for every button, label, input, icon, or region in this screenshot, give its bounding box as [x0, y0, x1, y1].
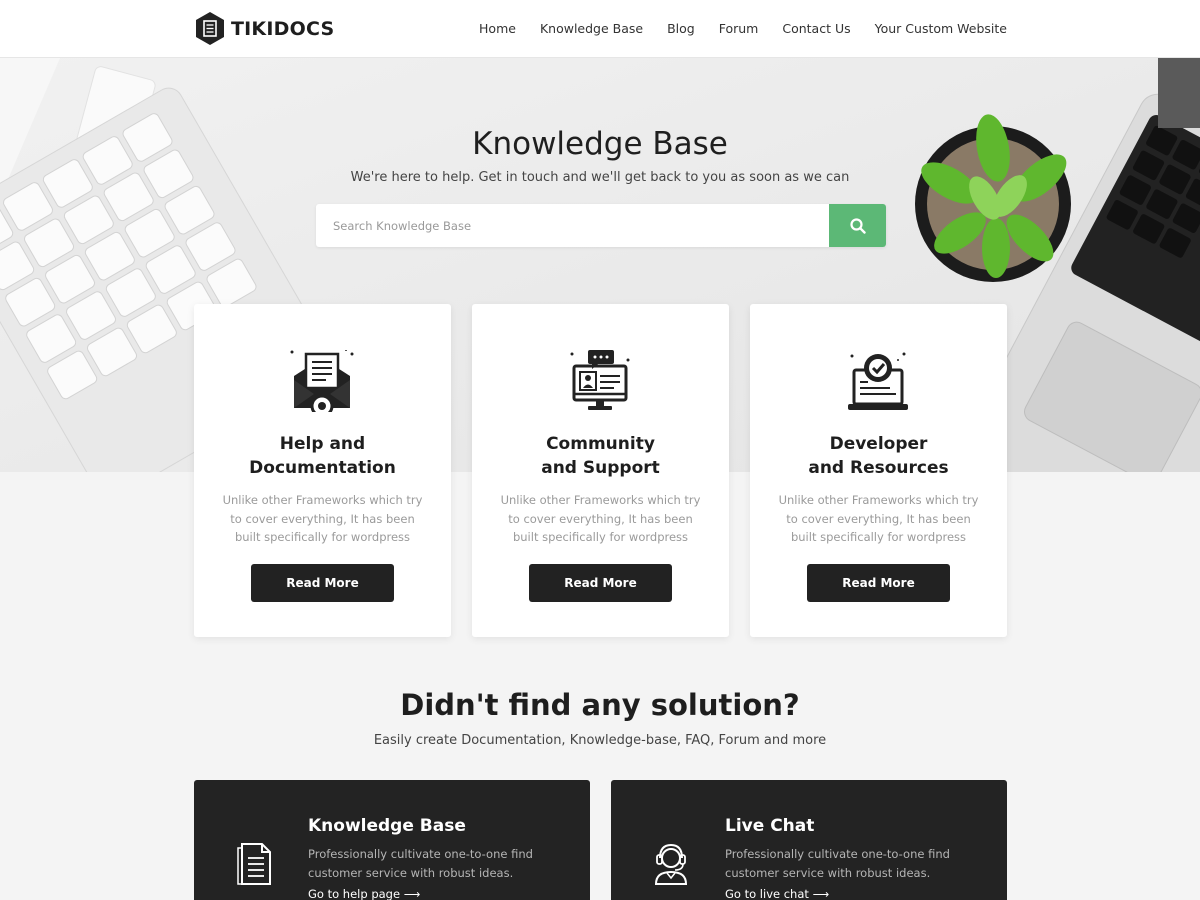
card-developer-resources: Developer and Resources Unlike other Fra… — [750, 304, 1007, 637]
nav-blog[interactable]: Blog — [667, 21, 695, 36]
envelope-document-gear-icon — [290, 350, 354, 412]
search-button[interactable] — [829, 204, 886, 247]
card-title-line: and Resources — [808, 458, 949, 478]
card-title-line: Documentation — [249, 458, 396, 478]
feature-knowledge-base: Knowledge Base Professionally cultivate … — [194, 780, 590, 900]
feature-description: Professionally cultivate one-to-one find… — [308, 847, 533, 880]
feature-title: Knowledge Base — [308, 816, 466, 836]
read-more-button[interactable]: Read More — [529, 564, 672, 602]
nav-forum[interactable]: Forum — [719, 21, 759, 36]
card-title: Community and Support — [472, 432, 729, 480]
nav-contact-us[interactable]: Contact Us — [782, 21, 850, 36]
section-subtitle: Easily create Documentation, Knowledge-b… — [373, 733, 827, 748]
search-input[interactable] — [316, 204, 829, 247]
nav-home[interactable]: Home — [479, 21, 516, 36]
read-more-button[interactable]: Read More — [807, 564, 950, 602]
search-icon — [849, 217, 866, 234]
nav-knowledge-base[interactable]: Knowledge Base — [540, 21, 643, 36]
search-bar — [316, 204, 886, 247]
feature-live-chat: Live Chat Professionally cultivate one-t… — [611, 780, 1007, 900]
monitor-chat-profile-icon — [570, 350, 630, 410]
card-title-line: Help and — [279, 434, 366, 454]
logo-text: TIKIDOCS — [231, 17, 335, 40]
link-label: Go to live chat — [725, 887, 809, 900]
card-community-support: Community and Support Unlike other Frame… — [472, 304, 729, 637]
card-title-line: Community — [546, 434, 655, 454]
card-title: Help and Documentation — [194, 432, 451, 480]
section-title: Didn't find any solution? — [400, 688, 800, 722]
link-label: Go to help page — [308, 887, 401, 900]
card-description: Unlike other Frameworks which try to cov… — [222, 493, 423, 544]
logo[interactable]: TIKIDOCS — [194, 11, 334, 46]
main-nav: Home Knowledge Base Blog Forum Contact U… — [479, 21, 1007, 36]
feature-description: Professionally cultivate one-to-one find… — [725, 847, 950, 880]
card-help-documentation: Help and Documentation Unlike other Fram… — [194, 304, 451, 637]
arrow-right-icon: ⟶ — [812, 887, 830, 900]
go-to-live-chat-link[interactable]: Go to live chat ⟶ — [725, 887, 829, 900]
nav-custom-website[interactable]: Your Custom Website — [875, 21, 1007, 36]
feature-title: Live Chat — [725, 816, 815, 836]
read-more-button[interactable]: Read More — [251, 564, 394, 602]
card-title-line: Developer — [829, 434, 928, 454]
card-title: Developer and Resources — [750, 432, 1007, 480]
card-description: Unlike other Frameworks which try to cov… — [500, 493, 701, 544]
site-header: TIKIDOCS Home Knowledge Base Blog Forum … — [0, 0, 1200, 58]
go-to-help-page-link[interactable]: Go to help page ⟶ — [308, 887, 420, 900]
laptop-checkmark-icon — [848, 352, 908, 410]
card-description: Unlike other Frameworks which try to cov… — [778, 493, 979, 544]
hero-title: Knowledge Base — [472, 126, 728, 162]
headset-agent-icon — [654, 843, 688, 885]
hero-subtitle: We're here to help. Get in touch and we'… — [350, 170, 850, 185]
arrow-right-icon: ⟶ — [403, 887, 421, 900]
logo-hexagon-icon — [196, 12, 224, 45]
card-title-line: and Support — [541, 458, 660, 478]
document-icon — [237, 843, 271, 885]
